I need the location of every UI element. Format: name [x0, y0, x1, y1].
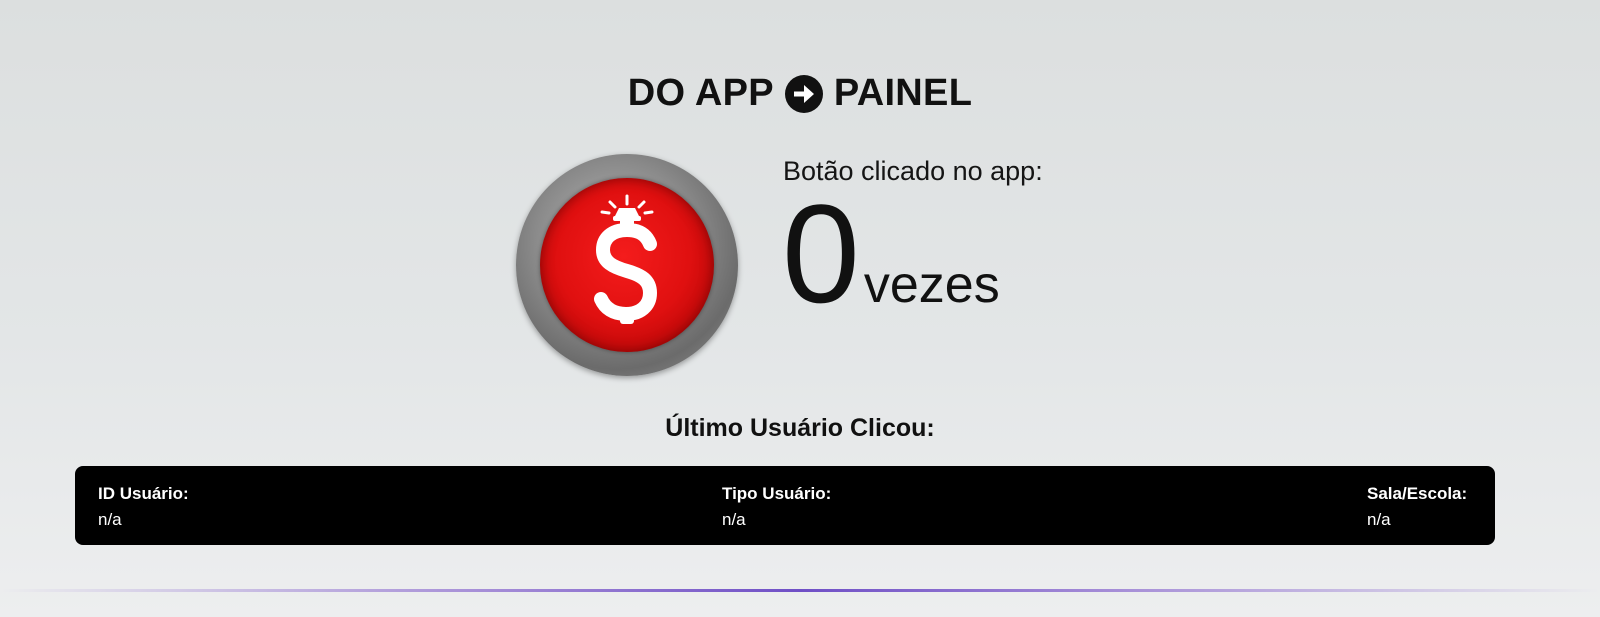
last-user-panel: ID Usuário: n/a Tipo Usuário: n/a Sala/E…	[75, 466, 1495, 545]
click-button-face[interactable]	[540, 178, 714, 352]
title-left: DO APP	[627, 72, 774, 114]
click-button[interactable]	[516, 154, 738, 376]
counter-display: 0 vezes	[782, 184, 1000, 324]
classroom-value: n/a	[1367, 510, 1391, 529]
user-type-value: n/a	[722, 510, 746, 529]
page-title: DO APP PAINEL	[0, 72, 1600, 115]
title-right: PAINEL	[833, 72, 973, 114]
dollar-bell-icon	[594, 194, 658, 324]
user-type-field: Tipo Usuário: n/a	[722, 483, 831, 531]
arrow-right-circle-icon	[784, 74, 824, 114]
user-id-value: n/a	[98, 510, 122, 529]
classroom-field: Sala/Escola: n/a	[1367, 483, 1467, 531]
counter-unit: vezes	[863, 256, 1000, 314]
click-counter-section: Botão clicado no app: 0 vezes	[516, 154, 1076, 378]
classroom-label: Sala/Escola:	[1367, 484, 1468, 503]
user-id-label: ID Usuário:	[98, 484, 189, 503]
counter-value: 0	[782, 175, 860, 332]
user-type-label: Tipo Usuário:	[722, 484, 832, 503]
section-divider	[0, 589, 1600, 592]
last-user-title: Último Usuário Clicou:	[665, 414, 935, 442]
user-id-field: ID Usuário: n/a	[98, 483, 189, 531]
